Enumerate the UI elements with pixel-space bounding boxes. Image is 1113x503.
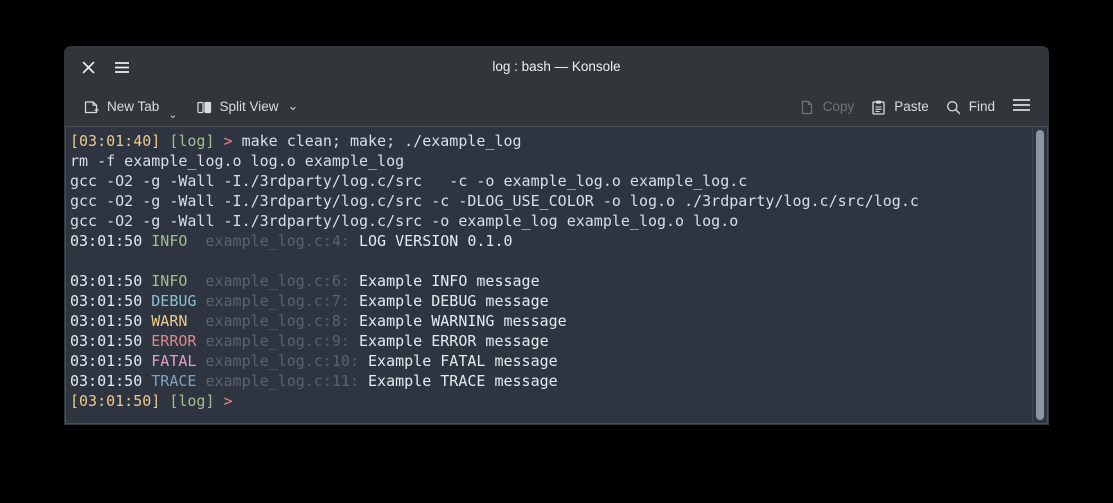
terminal-span: make clean; make; ./example_log [232, 132, 522, 150]
paste-icon [870, 99, 887, 116]
split-view-icon [196, 99, 213, 116]
find-label: Find [968, 99, 995, 115]
terminal-span: rm -f example_log.o log.o example_log [70, 152, 405, 170]
terminal-span [233, 392, 242, 410]
close-button[interactable] [76, 55, 100, 79]
paste-button[interactable]: Paste [863, 95, 936, 120]
split-view-button[interactable]: Split View ⌄ [189, 95, 306, 120]
terminal-span: 03:01:50 [70, 312, 152, 330]
search-icon [945, 99, 962, 116]
terminal-line-gcc-line-1: gcc -O2 -g -Wall -I./3rdparty/log.c/src … [70, 171, 1032, 191]
terminal-line-prompt-command: [03:01:40] [log] > make clean; make; ./e… [70, 131, 1032, 151]
terminal-line-log-fatal: 03:01:50 FATAL example_log.c:10: Example… [70, 351, 1032, 371]
terminal-span [160, 392, 169, 410]
terminal-span: 03:01:50 [70, 332, 152, 350]
terminal-span: example_log.c:8: [196, 312, 359, 330]
terminal-span: 03:01:50 [70, 272, 152, 290]
terminal-span: gcc -O2 -g -Wall -I./3rdparty/log.c/src … [70, 212, 739, 230]
terminal-scrollbar[interactable] [1032, 127, 1047, 423]
terminal-line-log-debug: 03:01:50 DEBUG example_log.c:7: Example … [70, 291, 1032, 311]
toolbar-menu-button[interactable] [1004, 92, 1039, 123]
terminal-span: ERROR [151, 332, 197, 350]
terminal-span: > [223, 132, 233, 150]
new-tab-icon [83, 99, 100, 116]
terminal-span: WARN [151, 312, 197, 330]
terminal-span: example_log.c:6: [196, 272, 359, 290]
terminal-line-log-error: 03:01:50 ERROR example_log.c:9: Example … [70, 331, 1032, 351]
terminal-span: [log] [169, 132, 215, 150]
terminal-span: 03:01:50 [70, 352, 152, 370]
terminal-span: Example ERROR message [359, 332, 549, 350]
terminal-line-log-info: 03:01:50 INFO example_log.c:6: Example I… [70, 271, 1032, 291]
terminal-line-blank-line [70, 251, 1032, 271]
terminal-span: Example DEBUG message [359, 292, 549, 310]
terminal-span: gcc -O2 -g -Wall -I./3rdparty/log.c/src … [70, 192, 919, 210]
terminal-span: [03:01:50] [70, 392, 161, 410]
terminal-span: INFO [151, 272, 197, 290]
scrollbar-thumb[interactable] [1036, 129, 1044, 421]
terminal-span: Example TRACE message [368, 372, 558, 390]
window-titlebar: log : bash — Konsole [64, 46, 1049, 88]
terminal-span [215, 132, 224, 150]
split-view-label: Split View [219, 99, 279, 115]
terminal-span: INFO [151, 232, 197, 250]
copy-label: Copy [822, 99, 855, 115]
terminal-span [215, 392, 224, 410]
terminal-span: gcc -O2 -g -Wall -I./3rdparty/log.c/src … [70, 172, 748, 190]
new-tab-button[interactable]: New Tab ⌄ [76, 95, 185, 121]
terminal-line-rm-line: rm -f example_log.o log.o example_log [70, 151, 1032, 171]
terminal-span: Example INFO message [359, 272, 540, 290]
terminal-span: example_log.c:9: [196, 332, 359, 350]
terminal-span: Example FATAL message [368, 352, 558, 370]
titlebar-left-buttons [64, 55, 134, 79]
terminal-span: 03:01:50 [70, 292, 152, 310]
chevron-down-icon-split[interactable]: ⌄ [288, 98, 299, 114]
hamburger-icon [114, 61, 130, 74]
terminal-span: > [223, 392, 233, 410]
terminal-span: [03:01:40] [70, 132, 161, 150]
window-title: log : bash — Konsole [492, 59, 621, 74]
copy-button[interactable]: Copy [792, 95, 862, 120]
terminal-span: FATAL [151, 352, 197, 370]
copy-icon [799, 99, 816, 116]
terminal-span: example_log.c:11: [196, 372, 369, 390]
konsole-window: log : bash — Konsole New Tab ⌄ Split Vie… [64, 46, 1049, 425]
terminal-output[interactable]: [03:01:40] [log] > make clean; make; ./e… [66, 127, 1032, 423]
terminal-span: example_log.c:10: [196, 352, 369, 370]
main-toolbar: New Tab ⌄ Split View ⌄ Copy Paste Find [64, 88, 1049, 126]
toolbar-left-group: New Tab ⌄ Split View ⌄ [76, 95, 306, 121]
terminal-line-log-warn: 03:01:50 WARN example_log.c:8: Example W… [70, 311, 1032, 331]
desktop-background: log : bash — Konsole New Tab ⌄ Split Vie… [0, 0, 1113, 503]
terminal-line-gcc-line-2: gcc -O2 -g -Wall -I./3rdparty/log.c/src … [70, 191, 1032, 211]
new-tab-label: New Tab [107, 99, 160, 115]
terminal-span [160, 132, 169, 150]
terminal-line-log-trace: 03:01:50 TRACE example_log.c:11: Example… [70, 371, 1032, 391]
terminal-area: [03:01:40] [log] > make clean; make; ./e… [65, 126, 1048, 424]
window-menu-button[interactable] [110, 55, 134, 79]
terminal-line-log-version: 03:01:50 INFO example_log.c:4: LOG VERSI… [70, 231, 1032, 251]
hamburger-icon [1012, 98, 1031, 117]
terminal-span: 03:01:50 [70, 232, 152, 250]
close-icon [82, 61, 95, 74]
terminal-span: TRACE [151, 372, 197, 390]
terminal-span [70, 252, 79, 270]
terminal-span: example_log.c:7: [196, 292, 359, 310]
paste-label: Paste [894, 99, 929, 115]
find-button[interactable]: Find [938, 95, 1002, 120]
terminal-span: Example WARNING message [359, 312, 567, 330]
terminal-span: LOG VERSION 0.1.0 [359, 232, 513, 250]
terminal-line-gcc-line-3: gcc -O2 -g -Wall -I./3rdparty/log.c/src … [70, 211, 1032, 231]
terminal-span: [log] [169, 392, 215, 410]
toolbar-right-group: Copy Paste Find [792, 92, 1039, 123]
terminal-span: example_log.c:4: [196, 232, 359, 250]
terminal-span: DEBUG [151, 292, 197, 310]
terminal-line-prompt-final: [03:01:50] [log] > [70, 391, 1032, 411]
chevron-down-icon[interactable]: ⌄ [168, 108, 177, 121]
terminal-span: 03:01:50 [70, 372, 152, 390]
